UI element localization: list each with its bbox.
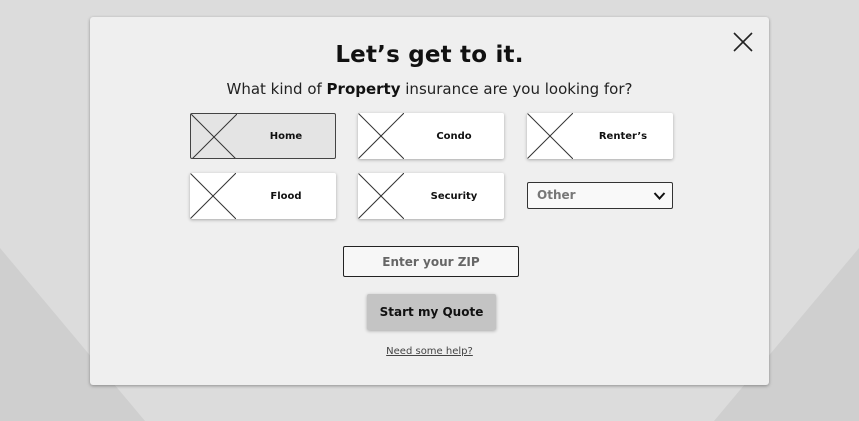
option-home[interactable]: Home [190,113,336,159]
modal-title: Let’s get to it. [335,42,524,68]
option-security[interactable]: Security [358,173,504,219]
option-label: Condo [436,130,472,142]
placeholder-image-icon [191,114,237,158]
dropdown-value: Other [537,188,576,202]
need-help-link[interactable]: Need some help? [386,346,473,357]
other-dropdown[interactable]: Other [527,182,673,209]
zip-input[interactable] [343,246,519,277]
option-label: Flood [270,190,302,202]
option-renters[interactable]: Renter’s [527,113,673,159]
placeholder-image-icon [527,113,573,159]
chevron-down-icon [653,192,666,200]
option-label: Renter’s [598,130,648,142]
option-label: Security [430,190,478,202]
subtitle-suffix: insurance are you looking for? [400,80,633,98]
subtitle-prefix: What kind of [226,80,327,98]
subtitle-emphasis: Property [326,80,401,98]
placeholder-image-icon [358,113,404,159]
help-container: Need some help? [90,346,769,357]
option-condo[interactable]: Condo [358,113,504,159]
option-flood[interactable]: Flood [190,173,336,219]
quote-modal: Let’s get to it. What kind of Property i… [90,17,769,385]
start-quote-button[interactable]: Start my Quote [367,294,496,330]
option-label: Home [269,130,303,142]
placeholder-image-icon [358,173,404,219]
placeholder-image-icon [190,173,236,219]
modal-subtitle: What kind of Property insurance are you … [90,80,769,98]
